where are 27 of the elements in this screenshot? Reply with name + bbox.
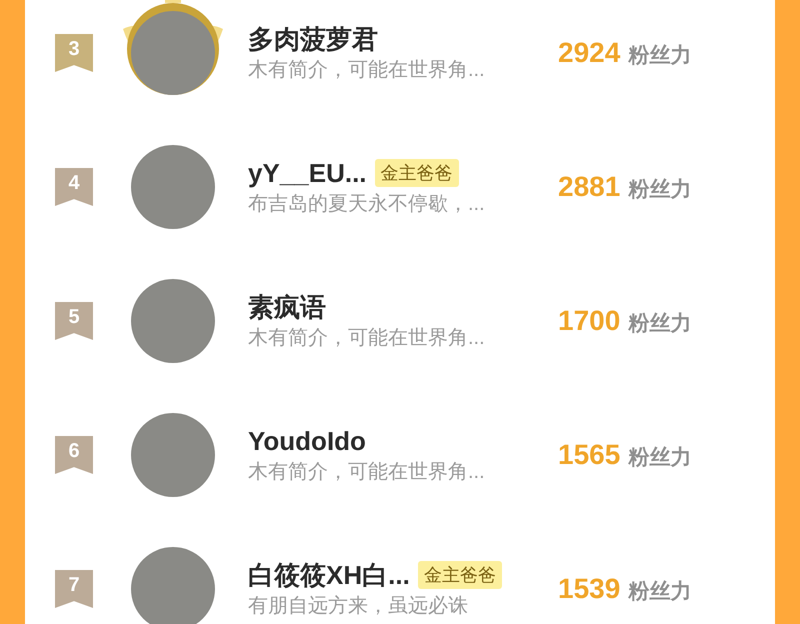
- rank-badge: 5: [55, 302, 93, 340]
- score-unit: 粉丝力: [628, 579, 692, 605]
- user-bio: 布吉岛的夏天永不停歇，...: [248, 192, 486, 217]
- sponsor-tag: 金主爸爸: [418, 561, 502, 589]
- user-name: 白筱筱XH白...: [248, 559, 410, 591]
- user-bio: 木有简介，可能在世界角...: [248, 460, 486, 485]
- score-unit: 粉丝力: [628, 43, 692, 69]
- user-bio: 木有简介，可能在世界角...: [248, 58, 486, 83]
- fan-score: 1565: [558, 438, 620, 472]
- user-name: 素疯语: [248, 291, 326, 323]
- score-unit: 粉丝力: [628, 445, 692, 471]
- score-unit: 粉丝力: [628, 177, 692, 203]
- fan-score: 1539: [558, 572, 620, 606]
- user-name: yY__EU...: [248, 157, 367, 189]
- user-bio: 有朋自远方来，虽远必诛: [248, 594, 469, 619]
- sponsor-tag: 金主爸爸: [374, 159, 459, 187]
- rank-badge: 4: [55, 168, 93, 206]
- rank-badge: 7: [55, 570, 93, 608]
- user-bio: 木有简介，可能在世界角...: [248, 326, 486, 351]
- fan-score: 2881: [558, 170, 620, 204]
- score-unit: 粉丝力: [628, 311, 692, 337]
- rank-badge: 3: [55, 34, 93, 72]
- rank-badge: 6: [55, 436, 93, 474]
- fan-score: 1700: [558, 304, 620, 338]
- user-name: YoudoIdo: [248, 425, 366, 457]
- fan-score: 2924: [558, 36, 620, 70]
- user-name: 多肉菠萝君: [248, 23, 378, 55]
